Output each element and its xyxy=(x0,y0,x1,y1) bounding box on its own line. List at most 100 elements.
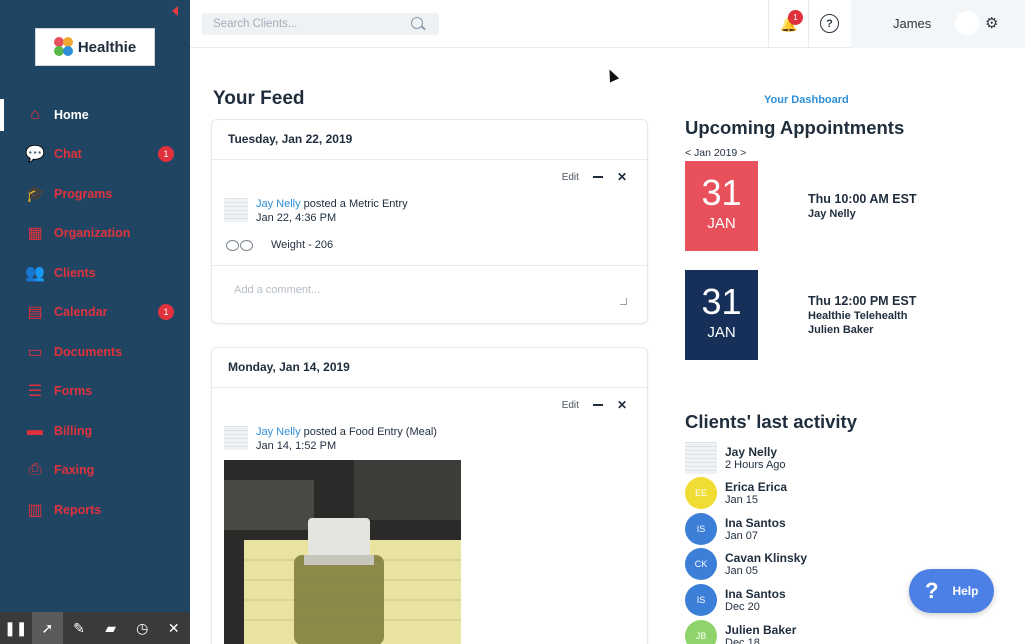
activity-date: 2 Hours Ago xyxy=(725,458,786,471)
avatar[interactable] xyxy=(955,11,979,35)
entry-header: Jay Nelly posted a Metric Entry Jan 22, … xyxy=(224,198,408,225)
sidebar-item-faxing[interactable]: ⎙ Faxing xyxy=(0,451,190,491)
minimize-icon[interactable] xyxy=(592,176,603,178)
metric-row: Weight - 206 xyxy=(226,239,333,251)
timer-icon[interactable]: ◷ xyxy=(126,612,158,644)
search-input[interactable] xyxy=(202,13,439,35)
activity-text: Jay Nelly 2 Hours Ago xyxy=(725,445,786,472)
folder-icon: ▭ xyxy=(27,343,43,361)
close-icon[interactable]: ✕ xyxy=(617,398,627,412)
avatar: CK xyxy=(685,548,717,580)
sidebar-item-forms[interactable]: ☰ Forms xyxy=(0,372,190,412)
pen-icon[interactable]: ✎ xyxy=(63,612,95,644)
appointment-time: Thu 10:00 AM EST xyxy=(808,192,917,206)
appointment-client: Julien Baker xyxy=(808,324,874,336)
activity-date: Jan 15 xyxy=(725,493,759,506)
client-name: Ina Santos xyxy=(725,515,786,530)
activity-date: Jan 07 xyxy=(725,529,759,542)
sidebar-item-documents[interactable]: ▭ Documents xyxy=(0,332,190,372)
sidebar: Healthie ⌂ Home 💬 Chat 1 🎓 Programs ▦ Or… xyxy=(0,0,190,644)
close-icon[interactable]: ✕ xyxy=(158,612,190,644)
sidebar-item-label: Clients xyxy=(54,265,96,280)
comment-placeholder: Add a comment... xyxy=(234,284,321,296)
brand-name: Healthie xyxy=(77,38,137,56)
edit-button[interactable]: Edit xyxy=(562,400,579,411)
fax-icon: ⎙ xyxy=(28,461,42,479)
close-icon[interactable]: ✕ xyxy=(617,170,627,184)
dashboard-link[interactable]: Your Dashboard xyxy=(764,94,849,106)
resize-handle-icon[interactable] xyxy=(620,298,627,305)
entry-time: Jan 22, 4:36 PM xyxy=(256,211,337,224)
sidebar-nav: ⌂ Home 💬 Chat 1 🎓 Programs ▦ Organizatio… xyxy=(0,95,190,530)
activity-title: Clients' last activity xyxy=(685,411,857,432)
help-label: Help xyxy=(952,584,979,598)
feed-card: Tuesday, Jan 22, 2019 Edit ✕ Jay Nelly p… xyxy=(211,119,648,324)
gear-icon[interactable]: ⚙ xyxy=(985,14,998,32)
minimize-icon[interactable] xyxy=(592,404,603,406)
search-icon[interactable] xyxy=(411,17,423,29)
sidebar-item-organization[interactable]: ▦ Organization xyxy=(0,214,190,254)
activity-text: Erica Erica Jan 15 xyxy=(725,480,787,507)
user-menu[interactable]: James ⚙ xyxy=(851,0,1025,48)
activity-date: Dec 20 xyxy=(725,600,760,613)
sidebar-item-chat[interactable]: 💬 Chat 1 xyxy=(0,135,190,175)
list-item[interactable]: JB Julien Baker Dec 18 xyxy=(685,620,796,644)
activity-date: Dec 18 xyxy=(725,636,760,644)
eraser-icon[interactable]: ▰ xyxy=(95,612,127,644)
sidebar-item-label: Organization xyxy=(54,226,131,241)
card-actions: Edit ✕ xyxy=(562,170,627,184)
collapse-sidebar-icon[interactable] xyxy=(172,6,178,16)
help-icon[interactable]: ? xyxy=(820,14,839,33)
client-name: Julien Baker xyxy=(725,622,797,637)
appointment-info[interactable]: Thu 12:00 PM EST Healthie Telehealth Jul… xyxy=(808,293,916,337)
month-navigator[interactable]: < Jan 2019 > xyxy=(685,147,746,159)
author-link[interactable]: Jay Nelly xyxy=(256,426,301,438)
avatar: EE xyxy=(685,477,717,509)
author-link[interactable]: Jay Nelly xyxy=(256,198,301,210)
sidebar-item-label: Home xyxy=(54,107,89,122)
report-icon: ▥ xyxy=(27,501,43,519)
list-item[interactable]: EE Erica Erica Jan 15 xyxy=(685,477,787,509)
client-name: Cavan Klinsky xyxy=(725,550,808,565)
edit-button[interactable]: Edit xyxy=(562,172,579,183)
sidebar-item-reports[interactable]: ▥ Reports xyxy=(0,490,190,530)
sidebar-item-home[interactable]: ⌂ Home xyxy=(0,95,190,135)
avatar: JB xyxy=(685,620,717,644)
client-name: Erica Erica xyxy=(725,479,788,494)
appointment-info[interactable]: Thu 10:00 AM EST Jay Nelly xyxy=(808,191,917,221)
avatar: IS xyxy=(685,513,717,545)
avatar xyxy=(685,442,717,474)
metric-value: Weight - 206 xyxy=(271,239,334,251)
sidebar-item-label: Billing xyxy=(54,423,93,438)
pause-icon[interactable]: ❚❚ xyxy=(0,612,32,644)
divider xyxy=(768,0,769,48)
help-button[interactable]: ? Help xyxy=(909,569,994,613)
sidebar-item-label: Faxing xyxy=(54,463,95,478)
appointment-date-block[interactable]: 31 JAN xyxy=(685,270,758,360)
list-item[interactable]: CK Cavan Klinsky Jan 05 xyxy=(685,548,807,580)
help-glyph: ? xyxy=(925,578,939,603)
pointer-icon[interactable]: ➚ xyxy=(31,612,64,644)
graduation-cap-icon: 🎓 xyxy=(25,185,45,203)
sidebar-item-calendar[interactable]: ▤ Calendar 1 xyxy=(0,293,190,333)
comment-input[interactable]: Add a comment... xyxy=(212,265,647,325)
entry-header: Jay Nelly posted a Food Entry (Meal) Jan… xyxy=(224,426,437,453)
logo[interactable]: Healthie xyxy=(35,28,155,66)
list-item[interactable]: IS Ina Santos Jan 07 xyxy=(685,513,786,545)
sidebar-item-programs[interactable]: 🎓 Programs xyxy=(0,174,190,214)
sidebar-item-label: Calendar xyxy=(54,305,108,320)
list-item[interactable]: IS Ina Santos Dec 20 xyxy=(685,584,786,616)
sidebar-item-label: Reports xyxy=(54,502,102,517)
card-actions: Edit ✕ xyxy=(562,398,627,412)
card-date: Tuesday, Jan 22, 2019 xyxy=(212,120,647,160)
food-photo[interactable] xyxy=(224,460,461,644)
sidebar-item-billing[interactable]: ▬ Billing xyxy=(0,411,190,451)
appointment-date-block[interactable]: 31 JAN xyxy=(685,161,758,251)
list-item[interactable]: Jay Nelly 2 Hours Ago xyxy=(685,442,786,474)
client-name: Jay Nelly xyxy=(725,444,778,459)
building-icon: ▦ xyxy=(27,225,43,243)
feed-card: Monday, Jan 14, 2019 Edit ✕ Jay Nelly po… xyxy=(211,347,648,644)
card-date: Monday, Jan 14, 2019 xyxy=(212,348,647,388)
sidebar-item-clients[interactable]: 👥 Clients xyxy=(0,253,190,293)
appointments-title: Upcoming Appointments xyxy=(685,117,905,138)
